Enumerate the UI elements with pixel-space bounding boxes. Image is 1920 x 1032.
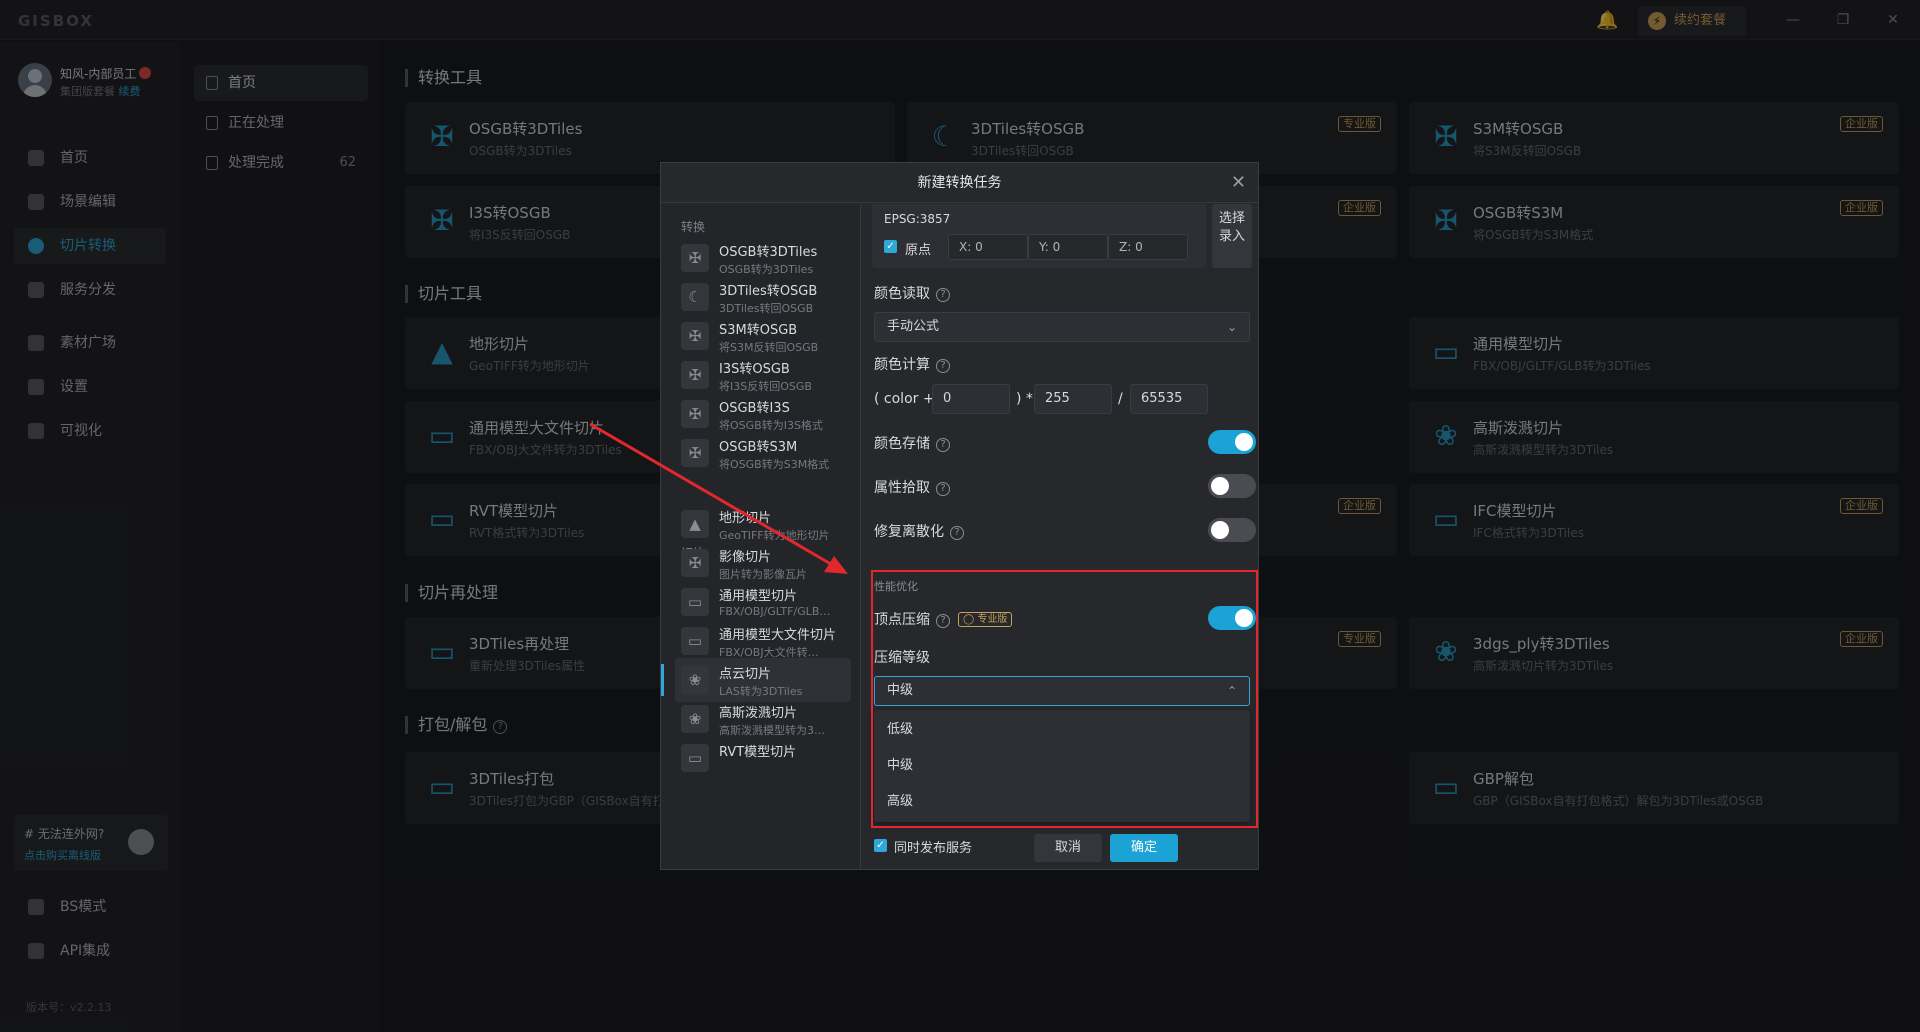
annotation-arrow [589,422,848,574]
arrow-line [589,422,837,569]
arrow-head [824,556,848,574]
